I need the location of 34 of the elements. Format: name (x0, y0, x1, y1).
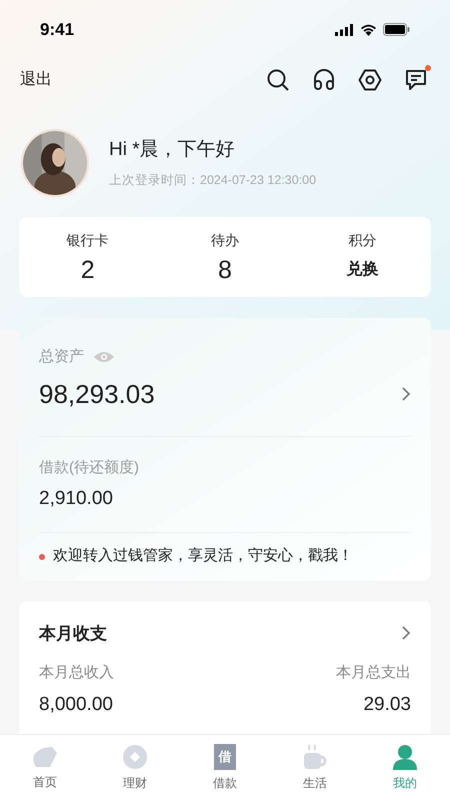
battery-icon (383, 23, 410, 36)
signal-icon (335, 24, 354, 36)
tab[interactable]: 借 借款 (180, 735, 270, 800)
monthly-title: 本月收支 (39, 622, 107, 644)
tab-icon: 借 (214, 744, 236, 770)
stat-value[interactable]: 2 (80, 254, 95, 284)
chevron-right-icon[interactable] (401, 625, 411, 642)
income-label: 本月总收入 (39, 663, 114, 683)
stat-label: 积分 (348, 230, 376, 250)
tab[interactable]: 生活 (270, 735, 360, 800)
stat-label: 待办 (210, 230, 239, 250)
message-icon[interactable] (404, 68, 428, 92)
logout-button[interactable]: 退出 (20, 68, 52, 92)
income-value: 8,000.00 (39, 692, 113, 716)
status-time: 9:41 (40, 18, 74, 41)
notice-text[interactable]: 欢迎转入过钱管家，享灵活，守安心，戳我！ (53, 545, 353, 568)
total-assets-label: 总资产 (39, 347, 84, 367)
expense-value: 29.03 (363, 692, 411, 716)
loan-value: 2,910.00 (39, 485, 411, 532)
loan-label: 借款(待还额度) (39, 458, 140, 478)
tab[interactable]: 理财 (90, 735, 180, 800)
headset-icon[interactable] (312, 68, 336, 92)
total-assets-value: 98,293.03 (39, 378, 155, 410)
stat-value[interactable]: 8 (218, 254, 232, 284)
greeting-text: Hi *晨，下午好 (109, 138, 236, 162)
settings-icon[interactable] (358, 68, 382, 92)
stat-label: 银行卡 (66, 230, 109, 250)
wifi-icon (360, 24, 377, 36)
tab[interactable]: 首页 (0, 735, 90, 800)
chevron-right-icon[interactable] (401, 386, 411, 402)
search-icon[interactable] (266, 68, 290, 92)
expense-label: 本月总支出 (336, 663, 411, 683)
last-login-text: 上次登录时间：2024-07-23 12:30:00 (109, 172, 316, 189)
stat-value[interactable]: 兑换 (346, 254, 378, 284)
